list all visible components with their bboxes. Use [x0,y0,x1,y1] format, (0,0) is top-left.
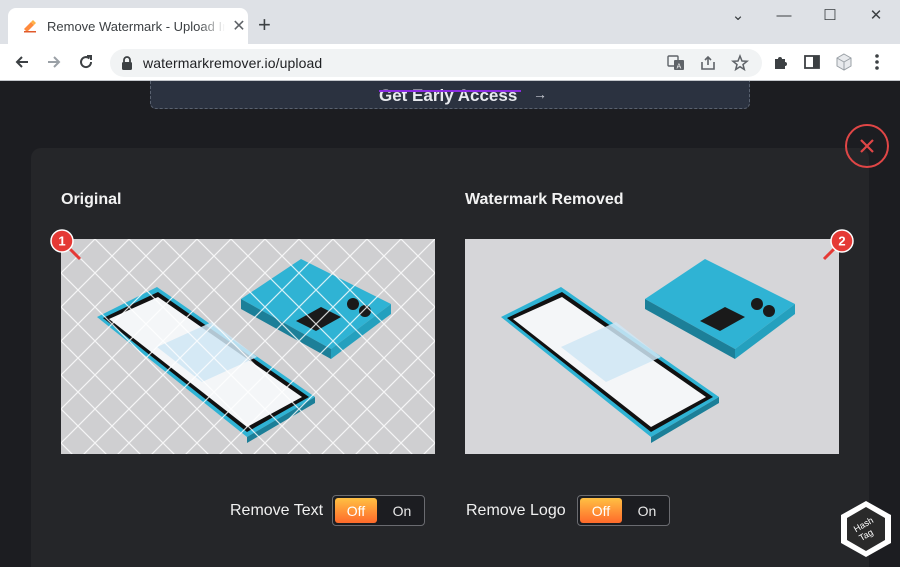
menu-icon[interactable] [866,51,888,73]
browser-toolbar: watermarkremover.io/upload A [0,44,900,80]
share-icon[interactable] [698,53,718,73]
remove-text-on-option[interactable]: On [383,498,421,523]
early-access-banner[interactable]: Get Early Access → [150,81,750,109]
callout-badge-1: 1 [50,229,82,261]
tab-title: Remove Watermark - Upload Im [47,18,225,34]
address-bar[interactable]: watermarkremover.io/upload A [110,49,762,77]
callout-badge-2: 2 [822,229,854,261]
lock-icon[interactable] [120,55,134,71]
watermark-removed-image [465,239,839,454]
new-tab-button[interactable]: + [258,12,271,38]
close-icon [860,139,874,153]
original-image [61,239,435,454]
remove-text-toggle[interactable]: Off On [332,495,425,526]
sidepanel-icon[interactable] [801,51,823,73]
hashtag-logo-icon: Hash Tag [841,501,891,557]
remove-logo-on-option[interactable]: On [628,498,666,523]
remove-text-off-option[interactable]: Off [335,498,377,523]
tab-favicon-icon [24,20,36,33]
translate-icon[interactable]: A [666,53,686,73]
remove-logo-label: Remove Logo [466,502,566,519]
extensions-icon[interactable] [770,51,792,73]
maximize-button[interactable]: ☐ [810,6,850,26]
star-icon[interactable] [730,53,750,73]
callout-badge-2-label: 2 [838,234,845,249]
reload-icon[interactable] [74,50,98,74]
callout-badge-1-label: 1 [58,234,65,249]
close-button[interactable] [845,124,889,168]
browser-tab[interactable]: Remove Watermark - Upload Im ✕ [8,8,248,44]
forward-icon[interactable] [42,50,66,74]
browser-chrome: Remove Watermark - Upload Im ✕ + ⌄ — ☐ ✕… [0,0,900,81]
remove-logo-toggle[interactable]: Off On [577,495,670,526]
minimize-button[interactable]: — [764,6,804,26]
early-access-underline [379,90,521,92]
early-access-text[interactable]: Get Early Access [379,86,517,106]
window-close-button[interactable]: ✕ [856,6,896,26]
remove-text-label: Remove Text [230,502,324,519]
back-icon[interactable] [10,50,34,74]
page-content: Get Early Access → Original Watermark Re… [0,81,900,567]
phone-illustration-clean [465,239,839,454]
phone-illustration [61,239,435,454]
url-text[interactable]: watermarkremover.io/upload [143,55,322,71]
profile-icon[interactable] [833,51,855,73]
remove-logo-off-option[interactable]: Off [580,498,622,523]
tab-search-button[interactable]: ⌄ [718,6,758,26]
original-title: Original [61,191,122,208]
tab-close-button[interactable]: ✕ [231,16,247,36]
arrow-right-icon: → [533,86,547,102]
watermark-removed-title: Watermark Removed [465,191,624,208]
svg-text:A: A [677,63,682,71]
